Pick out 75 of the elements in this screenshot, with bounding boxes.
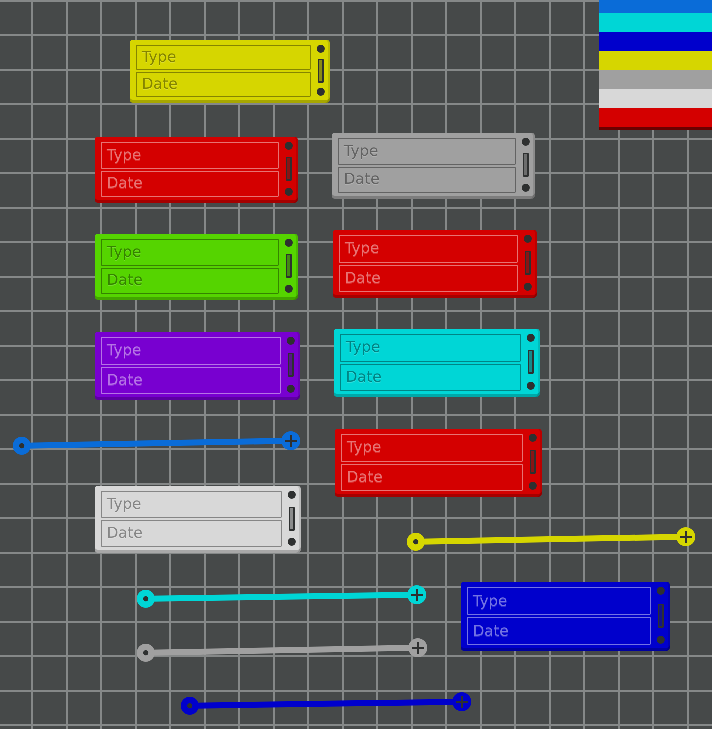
hole-icon bbox=[522, 138, 530, 146]
hole-icon bbox=[524, 235, 532, 243]
tag-field: Date bbox=[340, 364, 521, 391]
tag[interactable]: Type Date bbox=[95, 234, 298, 300]
rod[interactable] bbox=[13, 432, 300, 455]
rod[interactable] bbox=[137, 586, 426, 608]
hole-icon bbox=[287, 337, 295, 345]
hole-icon bbox=[524, 283, 532, 291]
hole-icon bbox=[285, 188, 293, 196]
tag[interactable]: Type Date bbox=[333, 230, 537, 298]
tag-field: Type bbox=[338, 138, 516, 164]
slot-icon bbox=[318, 58, 324, 82]
hole-icon bbox=[143, 650, 149, 656]
tag-field: Date bbox=[341, 464, 523, 491]
tag[interactable]: Type Date bbox=[335, 429, 542, 497]
plus-icon bbox=[412, 642, 424, 654]
hole-icon bbox=[657, 587, 665, 595]
plus-icon bbox=[411, 589, 423, 601]
tag-field: Type bbox=[101, 491, 282, 518]
tag-field: Date bbox=[101, 366, 281, 394]
hole-icon bbox=[317, 88, 325, 96]
tag[interactable]: Type Date bbox=[130, 40, 330, 103]
slot-icon bbox=[530, 450, 536, 474]
rod[interactable] bbox=[407, 528, 696, 551]
hole-icon bbox=[285, 239, 293, 247]
tag[interactable]: Type Date bbox=[95, 486, 301, 553]
hole-icon bbox=[317, 45, 325, 53]
tag-field: Date bbox=[339, 264, 518, 292]
tag-field: Type bbox=[339, 235, 518, 262]
tag[interactable]: Type Date bbox=[95, 332, 300, 400]
hole-icon bbox=[413, 539, 419, 545]
tag-field: Date bbox=[101, 170, 279, 197]
tag-field: Type bbox=[340, 334, 521, 362]
plus-icon bbox=[285, 435, 297, 447]
hole-icon bbox=[657, 636, 665, 644]
tag-field: Type bbox=[341, 434, 523, 462]
rod[interactable] bbox=[137, 638, 428, 662]
slot-icon bbox=[658, 604, 664, 628]
hole-icon bbox=[285, 285, 293, 293]
tag[interactable]: Type Date bbox=[334, 329, 540, 397]
slot-icon bbox=[525, 251, 531, 275]
slot-icon bbox=[286, 157, 292, 181]
tag-field: Date bbox=[338, 166, 516, 193]
tag[interactable]: Type Date bbox=[332, 133, 535, 199]
slot-icon bbox=[289, 506, 295, 530]
hole-icon bbox=[187, 703, 193, 709]
hole-icon bbox=[287, 385, 295, 393]
plus-icon bbox=[680, 531, 692, 543]
tag-field: Date bbox=[101, 268, 279, 294]
slot-icon bbox=[528, 350, 534, 374]
tag-field: Date bbox=[101, 520, 282, 547]
hole-icon bbox=[288, 538, 296, 546]
hole-icon bbox=[522, 184, 530, 192]
hole-icon bbox=[527, 382, 535, 390]
tag-field: Type bbox=[467, 587, 651, 615]
hole-icon bbox=[19, 443, 25, 449]
tag-field: Date bbox=[467, 617, 651, 645]
tag-field: Type bbox=[101, 239, 279, 266]
rod[interactable] bbox=[181, 692, 472, 715]
tag-field: Type bbox=[101, 337, 281, 364]
tag[interactable]: Type Date bbox=[461, 582, 670, 651]
slot-icon bbox=[286, 254, 292, 278]
slot-icon bbox=[288, 353, 294, 377]
hole-icon bbox=[285, 142, 293, 150]
tag-field: Type bbox=[101, 142, 279, 168]
tag[interactable]: Type Date bbox=[95, 137, 298, 203]
hole-icon bbox=[527, 334, 535, 342]
slot-icon bbox=[523, 153, 529, 177]
hole-icon bbox=[143, 596, 149, 602]
tag-field: Date bbox=[136, 72, 311, 97]
hole-icon bbox=[288, 491, 296, 499]
tag-field: Type bbox=[136, 45, 311, 70]
hole-icon bbox=[529, 434, 537, 442]
hole-icon bbox=[529, 482, 537, 490]
plus-icon bbox=[456, 696, 468, 708]
